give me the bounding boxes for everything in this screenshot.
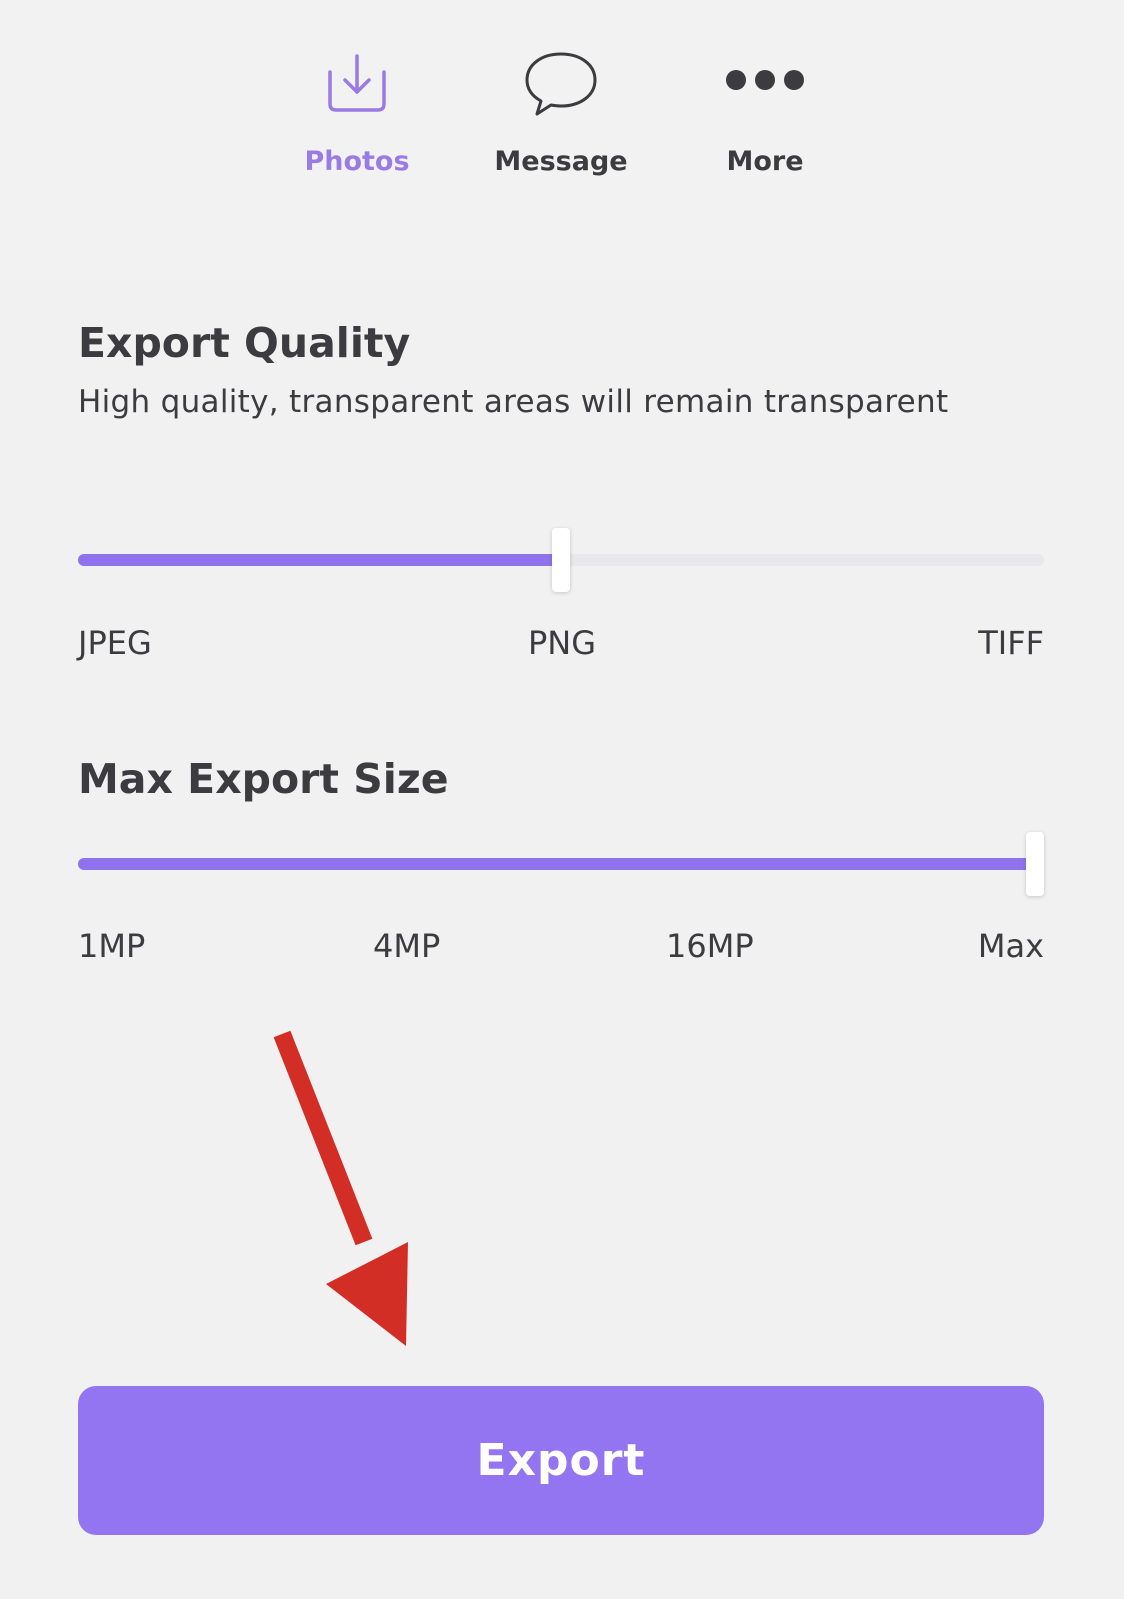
speech-bubble-icon (523, 50, 599, 122)
quality-option-tiff[interactable]: TIFF (978, 623, 1044, 663)
export-button[interactable]: Export (78, 1386, 1044, 1535)
red-arrow-annotation-icon (260, 1020, 420, 1354)
share-message-label: Message (494, 146, 628, 177)
size-option-max[interactable]: Max (978, 926, 1044, 966)
export-quality-slider-fill (78, 554, 561, 566)
export-quality-slider-thumb[interactable] (552, 528, 570, 592)
max-export-size-slider-thumb[interactable] (1026, 832, 1044, 896)
quality-option-png[interactable]: PNG (528, 623, 596, 663)
max-export-size-title: Max Export Size (78, 755, 449, 803)
share-message-button[interactable]: Message (471, 40, 651, 190)
share-more-button[interactable]: More (675, 40, 855, 190)
share-photos-button[interactable]: Photos (267, 40, 447, 190)
share-more-label: More (726, 146, 804, 177)
share-photos-label: Photos (304, 146, 410, 177)
quality-option-jpeg[interactable]: JPEG (78, 623, 152, 663)
max-export-size-slider[interactable] (78, 832, 1044, 896)
more-dots-icon (725, 68, 805, 96)
export-quality-slider[interactable] (78, 528, 1044, 592)
share-bar: Photos Message More (0, 0, 1124, 280)
size-option-16mp[interactable]: 16MP (666, 926, 754, 966)
export-quality-title: Export Quality (78, 319, 411, 367)
download-to-photos-icon (326, 52, 388, 118)
export-quality-description: High quality, transparent areas will rem… (78, 384, 949, 420)
max-export-size-slider-fill (78, 858, 1044, 870)
size-option-4mp[interactable]: 4MP (373, 926, 440, 966)
size-option-1mp[interactable]: 1MP (78, 926, 145, 966)
